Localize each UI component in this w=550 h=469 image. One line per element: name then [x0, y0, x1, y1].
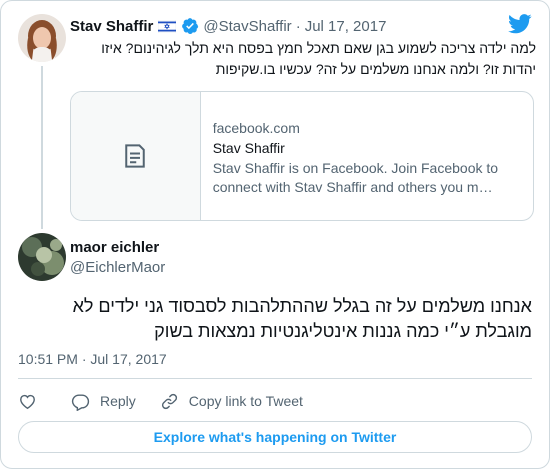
- reply-tweet-text: אנחנו משלמים על זה בגלל שההתלהבות לסבסוד…: [18, 294, 532, 344]
- heart-icon: [20, 394, 35, 409]
- reply-label: Reply: [100, 393, 136, 409]
- like-button[interactable]: [18, 392, 37, 411]
- quoted-tweet-text: למה ילדה צריכה לשמוע בגן שאם תאכל חמץ בפ…: [70, 38, 536, 80]
- document-icon: [125, 144, 146, 168]
- link-description: Stav Shaffir is on Facebook. Join Facebo…: [212, 160, 499, 195]
- tweet-actions-bar: Reply Copy link to Tweet: [18, 390, 303, 412]
- copy-link-button[interactable]: Copy link to Tweet: [160, 392, 303, 411]
- link-preview-text: facebook.com Stav Shaffir Stav Shaffir i…: [201, 92, 533, 220]
- verified-badge-icon: [182, 18, 199, 35]
- link-preview-thumbnail: [71, 92, 201, 220]
- reply-icon: [71, 393, 90, 411]
- copy-link-label: Copy link to Tweet: [188, 393, 303, 409]
- link-preview-card[interactable]: facebook.com Stav Shaffir Stav Shaffir i…: [70, 91, 534, 221]
- reply-author-name[interactable]: maor eichler: [70, 239, 159, 256]
- quoted-tweet-header: Stav Shaffir @StavShaffir · Jul 17, 2017: [70, 17, 386, 35]
- quoted-tweet-date[interactable]: Jul 17, 2017: [305, 18, 387, 35]
- actions-divider: [18, 378, 532, 379]
- tweet-embed-card: Stav Shaffir @StavShaffir · Jul 17, 2017…: [0, 0, 550, 469]
- quoted-text-line: יהדות זו? ולמה אנחנו משלמים על זה? עכשיו…: [215, 61, 536, 77]
- link-domain: facebook.com: [212, 120, 300, 136]
- maor-eichler-avatar[interactable]: [18, 233, 66, 281]
- timestamp-separator: ·: [81, 351, 87, 367]
- israel-flag-icon: [158, 19, 177, 33]
- header-separator: ·: [295, 17, 301, 35]
- reply-button[interactable]: Reply: [71, 392, 136, 411]
- reply-text-line: אנחנו משלמים על זה בגלל שההתלהבות לסבסוד…: [72, 296, 532, 316]
- quoted-author-handle[interactable]: @StavShaffir: [203, 18, 291, 35]
- tweet-date[interactable]: Jul 17, 2017: [90, 351, 166, 367]
- quoted-text-line: למה ילדה צריכה לשמוע בגן שאם תאכל חמץ בפ…: [101, 40, 536, 56]
- link-title: Stav Shaffir: [212, 140, 285, 156]
- stav-shaffir-avatar[interactable]: [18, 14, 66, 62]
- explore-twitter-button[interactable]: Explore what's happening on Twitter: [18, 421, 532, 453]
- quoted-author-name[interactable]: Stav Shaffir: [70, 18, 153, 35]
- reply-author-handle[interactable]: @EichlerMaor: [70, 259, 165, 276]
- thread-connector-line: [41, 66, 43, 229]
- link-icon: [161, 393, 177, 409]
- tweet-timestamp[interactable]: 10:51 PM · Jul 17, 2017: [18, 351, 167, 367]
- twitter-bird-icon[interactable]: [508, 14, 532, 34]
- reply-text-line: מוגבלת ע״י כמה גננות אינטליגנטיות נמצאות…: [154, 321, 532, 341]
- tweet-time[interactable]: 10:51 PM: [18, 351, 78, 367]
